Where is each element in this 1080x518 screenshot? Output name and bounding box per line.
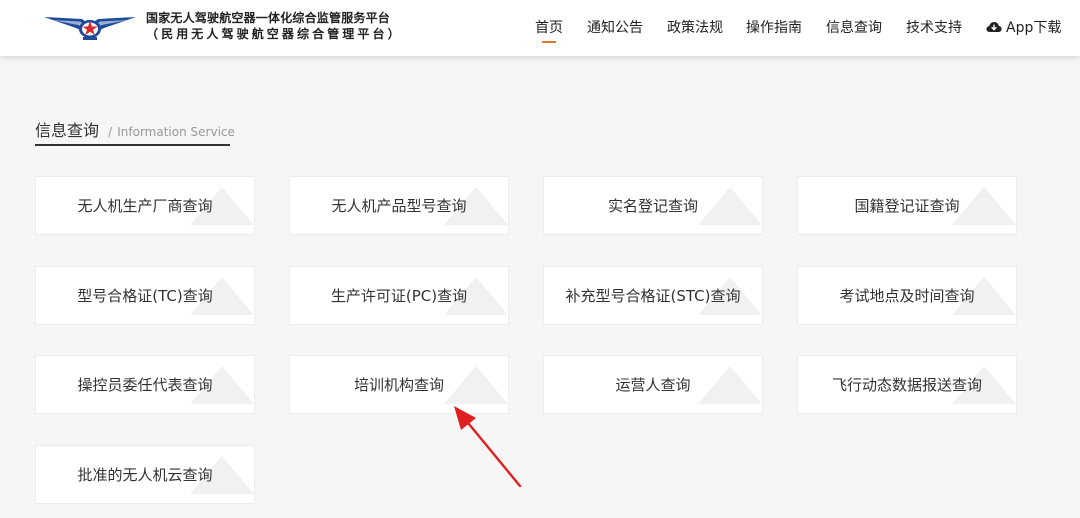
card-uav-model-query[interactable]: 无人机产品型号查询 <box>289 176 509 235</box>
card-label: 运营人查询 <box>615 376 691 394</box>
nav-info-query[interactable]: 信息查询 <box>826 17 882 37</box>
card-label: 考试地点及时间查询 <box>839 287 975 305</box>
app-download-label: App下载 <box>1006 20 1062 36</box>
nav-policies[interactable]: 政策法规 <box>667 17 723 37</box>
card-uav-manufacturer-query[interactable]: 无人机生产厂商查询 <box>35 176 255 235</box>
section-title: 信息查询 <box>35 121 100 140</box>
cloud-download-icon <box>986 22 1002 32</box>
card-label: 培训机构查询 <box>353 376 444 394</box>
card-operator-representative-query[interactable]: 操控员委任代表查询 <box>35 355 255 414</box>
card-operator-query[interactable]: 运营人查询 <box>543 355 763 414</box>
card-approved-uav-cloud-query[interactable]: 批准的无人机云查询 <box>35 445 255 504</box>
card-type-certificate-query[interactable]: 型号合格证(TC)查询 <box>35 266 255 325</box>
section-separator: / <box>108 125 113 139</box>
card-label: 操控员委任代表查询 <box>77 376 213 394</box>
card-label: 无人机生产厂商查询 <box>77 197 213 215</box>
card-label: 生产许可证(PC)查询 <box>330 287 468 305</box>
card-real-name-registration-query[interactable]: 实名登记查询 <box>543 176 763 235</box>
nav-tech-support[interactable]: 技术支持 <box>906 17 962 37</box>
section-heading: 信息查询 / Information Service <box>35 117 235 146</box>
top-header: 国家无人驾驶航空器一体化综合监管服务平台 （民用无人驾驶航空器综合管理平台） 首… <box>0 0 1080 56</box>
nav-home[interactable]: 首页 <box>535 17 563 37</box>
card-label: 国籍登记证查询 <box>854 197 960 215</box>
card-supplemental-type-certificate-query[interactable]: 补充型号合格证(STC)查询 <box>543 266 763 325</box>
section-subtitle: Information Service <box>117 125 235 139</box>
card-nationality-certificate-query[interactable]: 国籍登记证查询 <box>797 176 1017 235</box>
card-label: 飞行动态数据报送查询 <box>831 376 982 394</box>
card-label: 补充型号合格证(STC)查询 <box>565 287 741 305</box>
card-watermark-icon <box>698 187 762 225</box>
nav-notices[interactable]: 通知公告 <box>587 17 643 37</box>
nav-guides[interactable]: 操作指南 <box>746 17 802 37</box>
card-label: 实名登记查询 <box>607 197 698 215</box>
nav-app-download[interactable]: App下载 <box>986 17 1061 37</box>
card-watermark-icon <box>698 366 762 404</box>
red-arrow-icon <box>454 406 522 488</box>
card-flight-data-report-query[interactable]: 飞行动态数据报送查询 <box>797 355 1017 414</box>
card-label: 型号合格证(TC)查询 <box>77 287 213 305</box>
card-label: 批准的无人机云查询 <box>77 466 213 484</box>
card-label: 无人机产品型号查询 <box>331 197 467 215</box>
card-production-certificate-query[interactable]: 生产许可证(PC)查询 <box>289 266 509 325</box>
card-exam-location-time-query[interactable]: 考试地点及时间查询 <box>797 266 1017 325</box>
main-nav: 首页 通知公告 政策法规 操作指南 信息查询 技术支持 App下载 <box>0 0 1080 56</box>
